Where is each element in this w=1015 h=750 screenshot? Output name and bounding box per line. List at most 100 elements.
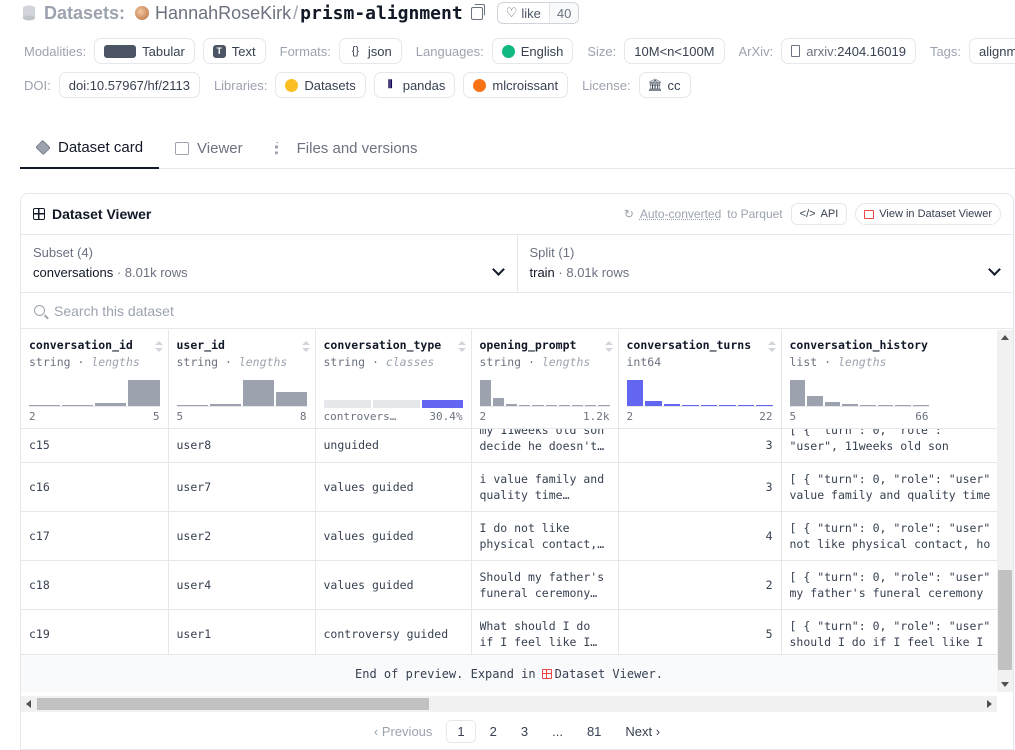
table-row[interactable]: c17 user2 values guided I do not like ph… (21, 511, 997, 561)
sort-icon[interactable] (154, 341, 163, 352)
view-label: View in Dataset Viewer (879, 208, 992, 220)
scrollbar-thumb[interactable] (998, 570, 1012, 670)
size-chip[interactable]: 10M<n<100M (624, 38, 725, 64)
column-stat-kind: lengths (837, 355, 887, 369)
owner-avatar[interactable] (135, 6, 150, 20)
page-button-1[interactable]: 1 (446, 719, 476, 743)
column-histogram (479, 373, 610, 407)
horizontal-scrollbar[interactable] (21, 696, 997, 712)
column-header-conversation-id[interactable]: conversation_id string · lengths 25 (21, 330, 169, 429)
cell-conversation-history: [ { "turn": 0, "role": "user" should I d… (781, 609, 997, 654)
scroll-right-arrow-icon[interactable] (987, 700, 992, 708)
like-button[interactable]: ♡ like 40 (496, 2, 580, 24)
table-row[interactable]: c16 user7 values guided i value family a… (21, 462, 997, 512)
tag-chip-alignment[interactable]: alignment (969, 38, 1015, 64)
column-name: conversation_history (789, 338, 928, 352)
modality-chip-tabular[interactable]: Tabular (94, 38, 195, 64)
tab-viewer[interactable]: Viewer (159, 128, 259, 169)
copy-icon[interactable] (470, 3, 485, 20)
cell-text: Should my father's funeral ceremony… (479, 569, 605, 600)
doi-chip[interactable]: doi:10.57967/hf/2113 (58, 72, 200, 98)
subset-select[interactable]: Subset (4) conversations · 8.01k rows (21, 235, 517, 292)
sort-icon[interactable] (457, 341, 466, 352)
cell-opening-prompt: I do not like physical contact,… (471, 511, 619, 561)
files-icon (274, 142, 289, 155)
license-chip[interactable]: 🏛 cc (638, 72, 691, 98)
language-chip-english[interactable]: English (491, 38, 574, 64)
library-chip-mlcroissant[interactable]: mlcroissant (463, 72, 569, 98)
text-icon: T (212, 44, 226, 58)
repo-name-link[interactable]: prism-alignment (300, 3, 463, 24)
metadata-row-1: Modalities: Tabular T Text Formats: {} jso… (24, 38, 1015, 64)
split-select[interactable]: Split (1) train · 8.01k rows (516, 235, 1014, 292)
arxiv-chip[interactable]: arxiv:2404.16019 (781, 38, 916, 64)
cell-user-id: user1 (168, 609, 316, 654)
parquet-note: to Parquet (727, 207, 783, 221)
library-chip-pandas[interactable]: ⦀ pandas (373, 72, 456, 98)
page-button-81[interactable]: 81 (577, 721, 611, 742)
data-table-container[interactable]: conversation_id string · lengths 25 user… (21, 330, 997, 654)
column-header-conversation-history[interactable]: conversation_history list · lengths 5 66 (781, 330, 997, 429)
like-count: 40 (548, 3, 579, 23)
table-row[interactable]: c19 user1 controversy guided What should… (21, 609, 997, 654)
page-button-3[interactable]: 3 (511, 721, 538, 742)
scroll-up-arrow-icon[interactable] (1001, 335, 1009, 340)
sort-icon[interactable] (604, 341, 613, 352)
cell-user-id: user7 (168, 462, 316, 512)
cell-conversation-turns: 5 (618, 609, 782, 654)
dataset-viewer-link[interactable]: Dataset Viewer. (555, 667, 663, 681)
owner-link[interactable]: HannahRoseKirk (155, 3, 291, 24)
range-min: 5 (789, 410, 797, 423)
pagination: ‹ Previous 1 2 3 ... 81 Next › (21, 717, 1013, 745)
search-input[interactable]: Search this dataset (21, 293, 1013, 329)
table-row[interactable]: c15 user8 unguided my 11weeks old son de… (21, 428, 997, 463)
format-chip-json[interactable]: {} json (338, 38, 402, 64)
auto-converted-note[interactable]: ↻ Auto-converted to Parquet (624, 207, 783, 221)
table-row[interactable]: c18 user4 values guided Should my father… (21, 560, 997, 610)
column-stat-kind: lengths (238, 355, 288, 369)
library-chip-datasets[interactable]: Datasets (275, 72, 366, 98)
api-button[interactable]: </> API (790, 203, 848, 225)
cell-conversation-id: c19 (21, 609, 169, 654)
sort-icon[interactable] (767, 341, 776, 352)
view-in-dataset-viewer-button[interactable]: View in Dataset Viewer (855, 203, 1001, 225)
cell-conversation-turns: 2 (618, 560, 782, 610)
sort-icon[interactable] (301, 341, 310, 352)
cell-conversation-id: c18 (21, 560, 169, 610)
dataset-icon (23, 5, 35, 21)
arxiv-id: 2404.16019 (837, 43, 906, 59)
cell-text: I do not like physical contact,… (479, 520, 605, 551)
column-header-opening-prompt[interactable]: opening_prompt string · lengths 2 1.2k (471, 330, 619, 429)
auto-converted-link[interactable]: Auto-converted (640, 207, 721, 221)
vertical-scrollbar[interactable] (997, 330, 1013, 692)
repo-header: Datasets: HannahRoseKirk / prism-alignme… (22, 0, 580, 26)
scrollbar-thumb[interactable] (37, 698, 429, 710)
tags-label: Tags: (929, 43, 962, 59)
column-header-user-id[interactable]: user_id string · lengths 58 (168, 330, 316, 429)
page-button-2[interactable]: 2 (480, 721, 507, 742)
cell-conversation-type: values guided (315, 462, 472, 512)
tab-dataset-card[interactable]: Dataset card (20, 128, 160, 169)
cell-text: i value family and quality time… (479, 471, 605, 502)
column-header-conversation-turns[interactable]: conversation_turns int64 2 22 (618, 330, 782, 429)
column-name: opening_prompt (479, 338, 577, 352)
cell-text: [ { "turn": 0, "role": "user" should I d… (789, 618, 991, 649)
search-icon (34, 305, 45, 316)
modality-chip-text[interactable]: T Text (202, 38, 266, 64)
column-header-conversation-type[interactable]: conversation_type string · classes contr… (315, 330, 472, 429)
tab-files-and-versions[interactable]: Files and versions (259, 128, 434, 169)
range-max: 22 (759, 410, 773, 423)
column-histogram (29, 373, 160, 407)
column-histogram (789, 373, 929, 407)
chip-label: doi:10.57967/hf/2113 (68, 77, 190, 93)
subset-split-selectors: Subset (4) conversations · 8.01k rows Sp… (21, 235, 1013, 293)
cell-conversation-turns: 3 (618, 462, 782, 512)
scroll-down-arrow-icon[interactable] (1001, 682, 1009, 687)
subset-label: Subset (4) (33, 245, 93, 260)
previous-page-button[interactable]: ‹ Previous (364, 721, 443, 742)
next-page-button[interactable]: Next › (615, 721, 670, 742)
range-max: 66 (915, 410, 929, 423)
scroll-left-arrow-icon[interactable] (26, 700, 31, 708)
formats-label: Formats: (279, 43, 331, 59)
table-icon (864, 209, 875, 219)
